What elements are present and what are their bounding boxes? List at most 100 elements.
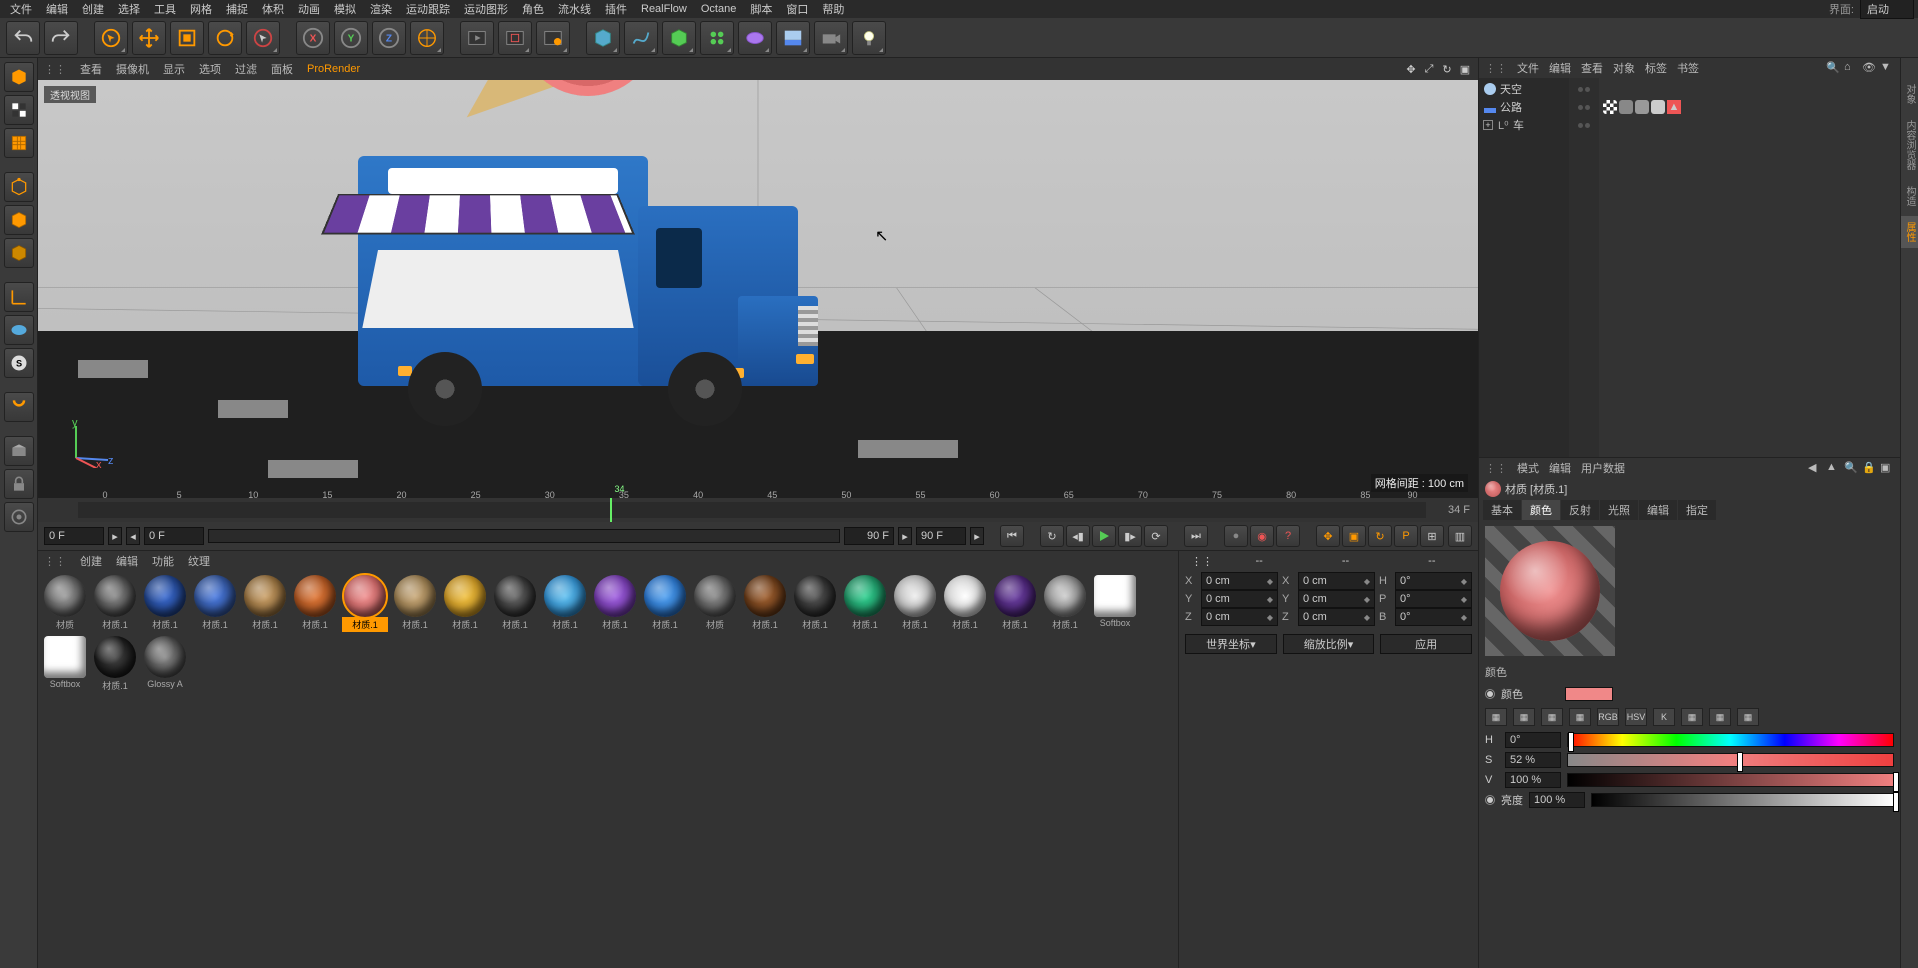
vp-zoom-icon[interactable]: ⤢ — [1422, 62, 1436, 76]
timeline[interactable]: 0 5 10 15 20 25 30 35 40 45 50 55 60 65 … — [38, 498, 1478, 522]
strip-tab-1[interactable]: 对象 — [1901, 78, 1918, 110]
attr-tab[interactable]: 颜色 — [1522, 500, 1560, 520]
scale-button[interactable] — [170, 21, 204, 55]
vp-rotate-icon[interactable]: ↻ — [1440, 62, 1454, 76]
strip-tab-3[interactable]: 构造 — [1901, 180, 1918, 212]
timeline-window-button[interactable]: ▥ — [1448, 525, 1472, 547]
menu-render[interactable]: 渲染 — [364, 1, 398, 17]
am-lock-icon[interactable]: 🔒 — [1862, 461, 1876, 475]
tag-row[interactable] — [1603, 116, 1896, 134]
color-mode-icon[interactable]: ▦ — [1513, 708, 1535, 726]
rot-input[interactable]: 0°◆ — [1395, 572, 1472, 590]
size-input[interactable]: 0 cm◆ — [1298, 572, 1375, 590]
material-item[interactable]: 材质.1 — [392, 575, 438, 632]
grip-icon[interactable]: ⋮⋮ — [44, 63, 66, 76]
vp-menu-filter[interactable]: 过滤 — [235, 61, 257, 77]
hsv-slider[interactable] — [1567, 733, 1894, 747]
object-mode-button[interactable] — [4, 172, 34, 202]
om-home-icon[interactable]: ⌂ — [1844, 61, 1858, 75]
strip-tab-attr[interactable]: 属性 — [1901, 216, 1918, 248]
hsv-input[interactable]: 100 % — [1505, 772, 1561, 788]
record-button[interactable]: ● — [1224, 525, 1248, 547]
vp-menu-options[interactable]: 选项 — [199, 61, 221, 77]
material-item[interactable]: 材质.1 — [892, 575, 938, 632]
menu-volume[interactable]: 体积 — [256, 1, 290, 17]
tree-item[interactable]: 公路 — [1479, 98, 1569, 116]
menu-tools[interactable]: 工具 — [148, 1, 182, 17]
size-input[interactable]: 0 cm◆ — [1298, 590, 1375, 608]
coord-apply-button[interactable]: 应用 — [1380, 634, 1472, 654]
timeline-cursor[interactable]: 34 — [610, 498, 612, 522]
attr-tab[interactable]: 指定 — [1678, 500, 1716, 520]
menu-window[interactable]: 窗口 — [780, 1, 814, 17]
pos-input[interactable]: 0 cm◆ — [1201, 572, 1278, 590]
menu-pipeline[interactable]: 流水线 — [552, 1, 597, 17]
material-item[interactable]: 材质.1 — [92, 636, 138, 693]
menu-simulate[interactable]: 模拟 — [328, 1, 362, 17]
menu-octane[interactable]: Octane — [695, 3, 742, 15]
menu-motiontrack[interactable]: 运动跟踪 — [400, 1, 456, 17]
xray-button[interactable] — [4, 502, 34, 532]
make-editable-button[interactable] — [4, 62, 34, 92]
vp-move-icon[interactable]: ✥ — [1404, 62, 1418, 76]
mat-menu-create[interactable]: 创建 — [80, 553, 102, 569]
render-region-button[interactable] — [498, 21, 532, 55]
grip-icon[interactable]: ⋮⋮ — [1485, 462, 1507, 475]
spin-icon[interactable]: ▸ — [970, 527, 984, 545]
recent-tool-button[interactable] — [246, 21, 280, 55]
hsv-slider[interactable] — [1567, 753, 1894, 767]
range-slider[interactable] — [208, 529, 840, 543]
mat-menu-edit[interactable]: 编辑 — [116, 553, 138, 569]
key-rot-button[interactable]: ↻ — [1368, 525, 1392, 547]
attr-tab[interactable]: 基本 — [1483, 500, 1521, 520]
menu-create[interactable]: 创建 — [76, 1, 110, 17]
hsv-slider[interactable] — [1567, 773, 1894, 787]
tweak-mode-button[interactable] — [4, 315, 34, 345]
move-button[interactable] — [132, 21, 166, 55]
color-radio[interactable] — [1485, 689, 1495, 699]
rot-input[interactable]: 0°◆ — [1395, 608, 1472, 626]
environment-button[interactable] — [776, 21, 810, 55]
color-mode-icon[interactable]: HSV — [1625, 708, 1647, 726]
coord-mode-dropdown[interactable]: 世界坐标 ▾ — [1185, 634, 1277, 654]
pos-input[interactable]: 0 cm◆ — [1201, 590, 1278, 608]
timeline-track[interactable]: 0 5 10 15 20 25 30 35 40 45 50 55 60 65 … — [78, 502, 1426, 518]
render-settings-button[interactable] — [536, 21, 570, 55]
axis-mode-button[interactable] — [4, 282, 34, 312]
hsv-input[interactable]: 52 % — [1505, 752, 1561, 768]
material-item[interactable]: 材质.1 — [942, 575, 988, 632]
tree-item[interactable]: +L⁰车 — [1479, 116, 1569, 134]
visibility-toggle[interactable] — [1569, 98, 1599, 116]
material-item[interactable]: 材质.1 — [1042, 575, 1088, 632]
color-mode-icon[interactable]: ▦ — [1709, 708, 1731, 726]
visibility-toggle[interactable] — [1569, 80, 1599, 98]
material-item[interactable]: 材质.1 — [342, 575, 388, 632]
color-mode-icon[interactable]: ▦ — [1737, 708, 1759, 726]
color-mode-icon[interactable]: ▦ — [1569, 708, 1591, 726]
range-end-input[interactable] — [844, 527, 894, 545]
material-item[interactable]: Glossy A — [142, 636, 188, 693]
tag-row[interactable]: ▲ — [1603, 98, 1896, 116]
material-preview[interactable] — [1485, 526, 1615, 656]
color-mode-icon[interactable]: RGB — [1597, 708, 1619, 726]
lock-button[interactable] — [4, 469, 34, 499]
undo-button[interactable] — [6, 21, 40, 55]
am-menu-userdata[interactable]: 用户数据 — [1581, 460, 1625, 476]
menu-animate[interactable]: 动画 — [292, 1, 326, 17]
key-pos-button[interactable]: ✥ — [1316, 525, 1340, 547]
goto-start-button[interactable]: ⏮ — [1000, 525, 1024, 547]
loop-button[interactable]: ↻ — [1040, 525, 1064, 547]
color-mode-icon[interactable]: ▦ — [1485, 708, 1507, 726]
am-menu-edit[interactable]: 编辑 — [1549, 460, 1571, 476]
grip-icon[interactable]: ⋮⋮ — [44, 555, 66, 568]
attr-tab[interactable]: 反射 — [1561, 500, 1599, 520]
menu-plugins[interactable]: 插件 — [599, 1, 633, 17]
am-up-icon[interactable]: ▲ — [1826, 461, 1840, 475]
color-mode-icon[interactable]: K — [1653, 708, 1675, 726]
am-menu-mode[interactable]: 模式 — [1517, 460, 1539, 476]
am-new-icon[interactable]: ▣ — [1880, 461, 1894, 475]
step-fwd-button[interactable]: ▮▸ — [1118, 525, 1142, 547]
play-button[interactable] — [1092, 525, 1116, 547]
menu-mograph[interactable]: 运动图形 — [458, 1, 514, 17]
model-mode-button[interactable] — [4, 95, 34, 125]
